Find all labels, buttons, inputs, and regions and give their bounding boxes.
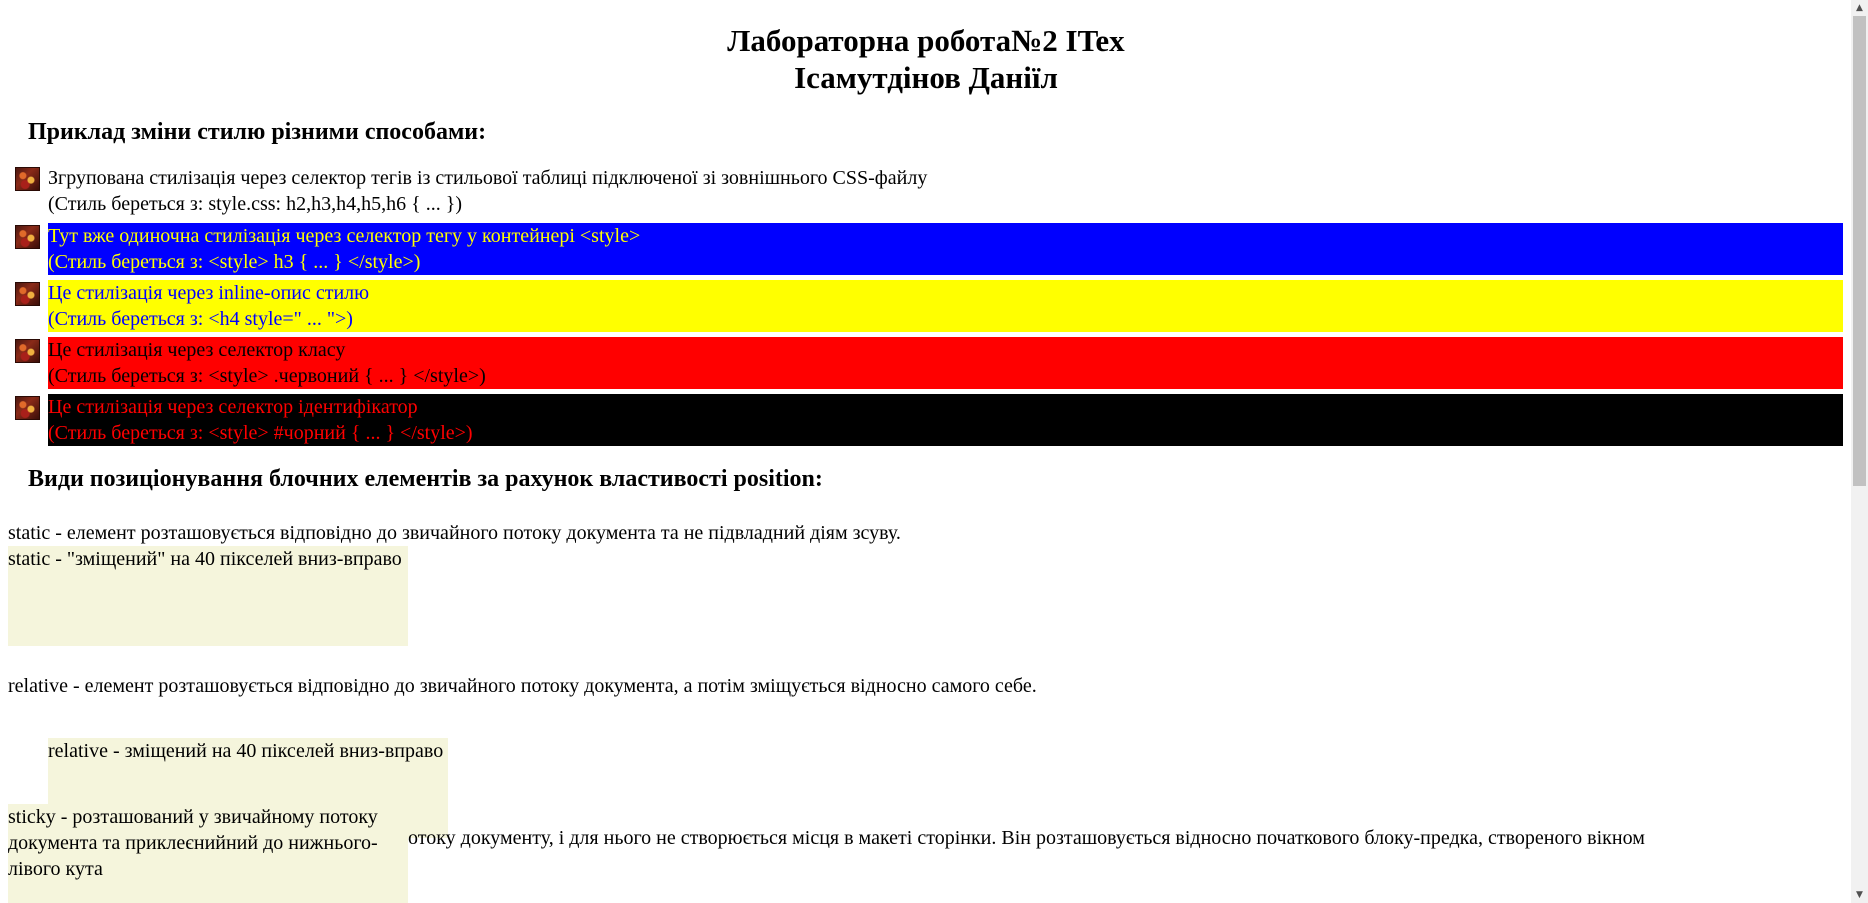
bullet-image-icon — [15, 167, 40, 191]
style-example-box: Це стилізація через селектор ідентифікат… — [48, 394, 1843, 446]
title-line-2: Ісамутдінов Даніїл — [794, 60, 1058, 95]
position-heading-bold: position — [733, 466, 815, 492]
scroll-down-arrow-icon[interactable]: ▼ — [1851, 887, 1868, 903]
bullet-image-icon — [15, 339, 40, 363]
static-offset-box: static - "зміщений" на 40 пікселей вниз-… — [8, 546, 408, 646]
style-example-line2: (Стиль береться з: style.css: h2,h3,h4,h… — [48, 193, 462, 215]
style-example-row: Це стилізація через селектор класу (Стил… — [15, 337, 1843, 389]
style-example-box: Це стилізація через inline-опис стилю (С… — [48, 280, 1843, 332]
relative-box-text: relative - зміщений на 40 пікселей вниз-… — [48, 740, 444, 762]
style-example-row: Це стилізація через селектор ідентифікат… — [15, 394, 1843, 446]
bullet-image-icon — [15, 225, 40, 249]
bullet-image-icon — [15, 282, 40, 306]
sticky-box: sticky - розташований у звичайному поток… — [8, 804, 408, 903]
position-section-heading: Види позиціонування блочних елементів за… — [28, 465, 823, 493]
style-example-line1: Це стилізація через селектор класу — [48, 339, 346, 361]
title-line-1: Лабораторна робота№2 ITex — [727, 23, 1125, 58]
static-description: static - елемент розташовується відповід… — [8, 522, 901, 544]
vertical-scrollbar[interactable]: ▲ ▼ — [1851, 0, 1868, 903]
style-example-box: Це стилізація через селектор класу (Стил… — [48, 337, 1843, 389]
relative-description: relative - елемент розташовується відпов… — [8, 675, 1037, 697]
sticky-box-text: sticky - розташований у звичайному поток… — [8, 806, 378, 880]
page-title: Лабораторна робота№2 ITex Ісамутдінов Да… — [0, 22, 1852, 96]
style-example-line2: (Стиль береться з: <style> h3 { ... } </… — [48, 251, 421, 273]
style-example-line2: (Стиль береться з: <h4 style=" ... ">) — [48, 308, 353, 330]
style-example-line1: Це стилізація через inline-опис стилю — [48, 282, 370, 304]
page: Лабораторна робота№2 ITex Ісамутдінов Да… — [0, 0, 1868, 903]
position-heading-prefix: Види позиціонування блочних елементів за… — [28, 466, 734, 492]
static-box-text: static - "зміщений" на 40 пікселей вниз-… — [8, 548, 402, 570]
style-example-row: Це стилізація через inline-опис стилю (С… — [15, 280, 1843, 332]
style-example-box: Згрупована стилізація через селектор тег… — [48, 165, 1843, 217]
style-example-line2: (Стиль береться з: <style> #чорний { ...… — [48, 422, 473, 444]
absolute-description-partial: отоку документу, і для нього не створюєт… — [408, 827, 1645, 849]
position-heading-suffix: : — [814, 466, 823, 492]
scroll-up-arrow-icon[interactable]: ▲ — [1851, 0, 1868, 16]
bullet-image-icon — [15, 396, 40, 420]
styles-section-heading: Приклад зміни стилю різними способами: — [28, 119, 487, 145]
style-example-line1: Згрупована стилізація через селектор тег… — [48, 167, 928, 189]
style-example-row: Тут вже одиночна стилізація через селект… — [15, 223, 1843, 275]
style-example-line2: (Стиль береться з: <style> .червоний { .… — [48, 365, 486, 387]
scrollbar-thumb[interactable] — [1853, 16, 1866, 486]
style-example-row: Згрупована стилізація через селектор тег… — [15, 165, 1843, 217]
style-example-box: Тут вже одиночна стилізація через селект… — [48, 223, 1843, 275]
style-example-line1: Це стилізація через селектор ідентифікат… — [48, 396, 418, 418]
style-example-line1: Тут вже одиночна стилізація через селект… — [48, 225, 641, 247]
